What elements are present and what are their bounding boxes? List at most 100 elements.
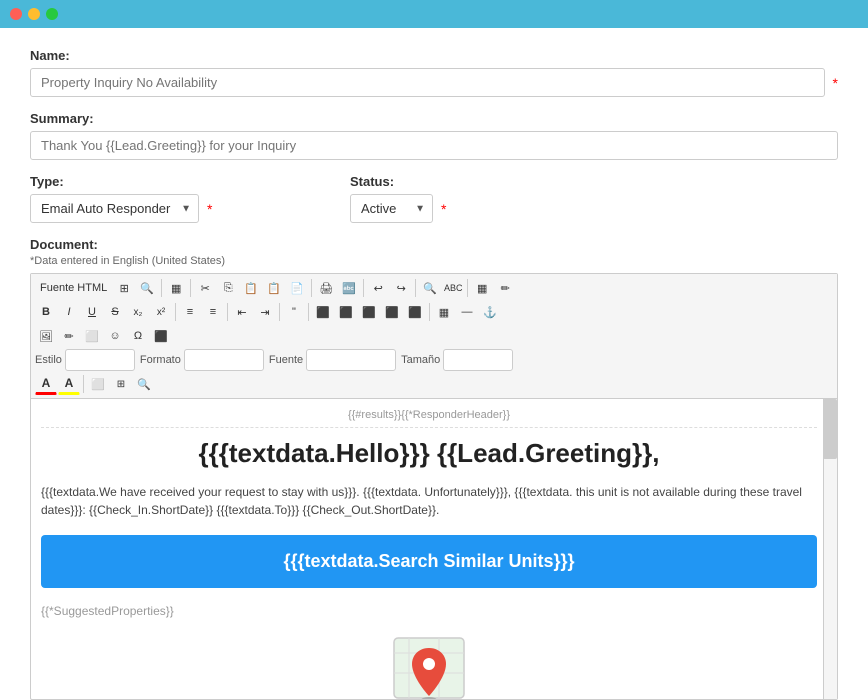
font-select[interactable] (306, 349, 396, 371)
type-required-star: * (207, 201, 212, 217)
toolbar-row-4: Estilo Formato Fuente Tamaño (35, 349, 833, 371)
align-remove-button[interactable]: ⬛ (404, 301, 426, 323)
show-html-button[interactable]: ⊞ (110, 373, 132, 395)
edit-button[interactable]: ✏ (494, 277, 516, 299)
special-char-button[interactable]: Ω (127, 325, 149, 347)
status-select-wrapper: ActiveInactive (350, 194, 433, 223)
sep3 (311, 279, 312, 297)
anchor-button[interactable]: ⚓ (479, 301, 501, 323)
smiley-button[interactable]: ☺ (104, 325, 126, 347)
spell-check-button[interactable]: 🔤 (338, 277, 360, 299)
cut-button[interactable]: ✂ (194, 277, 216, 299)
toolbar-row-3: 🖼 ✏ ⬜ ☺ Ω ⬛ (35, 325, 833, 347)
status-label: Status: (350, 174, 550, 189)
page-break-button[interactable]: ⬛ (150, 325, 172, 347)
toolbar-row-5: A A ⬜ ⊞ 🔍 (35, 373, 833, 395)
bullet-list-button[interactable]: ≡ (179, 301, 201, 323)
numbered-list-button[interactable]: ≡ (202, 301, 224, 323)
insert-table-button[interactable]: ▦ (471, 277, 493, 299)
sep2 (190, 279, 191, 297)
blockquote-button[interactable]: " (283, 301, 305, 323)
html-source-button[interactable]: Fuente HTML (35, 277, 112, 299)
summary-input[interactable] (30, 131, 838, 160)
bold-button[interactable]: B (35, 301, 57, 323)
strikethrough-button[interactable]: S (104, 301, 126, 323)
maximize-button[interactable]: ⬜ (87, 373, 109, 395)
bg-color-button[interactable]: A (58, 373, 80, 395)
name-label: Name: (30, 48, 838, 63)
paste-word-button[interactable]: 📄 (286, 277, 308, 299)
show-blocks-button[interactable]: ⊞ (113, 277, 135, 299)
status-select[interactable]: ActiveInactive (350, 194, 433, 223)
align-justify-button[interactable]: ⬛ (381, 301, 403, 323)
align-center-button[interactable]: ⬛ (335, 301, 357, 323)
type-select-wrapper: Email Auto ResponderSMSPush Notification (30, 194, 199, 223)
edit-div-button[interactable]: ✏ (58, 325, 80, 347)
summary-group: Summary: (30, 111, 838, 160)
sep10 (308, 303, 309, 321)
status-field-row: ActiveInactive * (350, 194, 550, 223)
editor-scrollbar-thumb[interactable] (823, 399, 837, 459)
name-input[interactable] (30, 68, 825, 97)
find2-button[interactable]: 🔍 (419, 277, 441, 299)
paste-text-button[interactable]: 📋 (263, 277, 285, 299)
title-bar (0, 0, 868, 28)
window-maximize-dot[interactable] (46, 8, 58, 20)
greeting-line: {{{textdata.Hello}}} {{Lead.Greeting}}, (41, 438, 817, 469)
underline-button[interactable]: U (81, 301, 103, 323)
table-button[interactable]: ▦ (433, 301, 455, 323)
italic-button[interactable]: I (58, 301, 80, 323)
redo-button[interactable]: ↪ (390, 277, 412, 299)
status-group: Status: ActiveInactive * (350, 174, 550, 223)
image-button[interactable]: 🖼 (35, 325, 57, 347)
editor-scrollbar-track[interactable] (823, 399, 837, 699)
size-select[interactable] (443, 349, 513, 371)
subscript-button[interactable]: x₂ (127, 301, 149, 323)
window-close-dot[interactable] (10, 8, 22, 20)
select-all-button[interactable]: ▦ (165, 277, 187, 299)
format-select[interactable] (184, 349, 264, 371)
locale-note: *Data entered in English (United States) (30, 255, 838, 267)
scayt-button[interactable]: ABC (442, 277, 464, 299)
sep1 (161, 279, 162, 297)
paste-button[interactable]: 📋 (240, 277, 262, 299)
main-content: Name: * Summary: Type: Email Auto Respon… (0, 28, 868, 700)
format-label: Formato (140, 354, 181, 366)
body-text: {{{textdata.We have received your reques… (41, 483, 817, 519)
align-left-button[interactable]: ⬛ (312, 301, 334, 323)
editor-container: Fuente HTML ⊞ 🔍 ▦ ✂ ⎘ 📋 📋 📄 🖨 🔤 ↩ (30, 273, 838, 700)
style-label: Estilo (35, 354, 62, 366)
summary-label: Summary: (30, 111, 838, 126)
superscript-button[interactable]: x² (150, 301, 172, 323)
sep11 (429, 303, 430, 321)
window-minimize-dot[interactable] (28, 8, 40, 20)
find3-button[interactable]: 🔍 (133, 373, 155, 395)
horizontal-rule-button[interactable]: — (456, 301, 478, 323)
editor-scroll-area[interactable]: {{#results}}{{*ResponderHeader}} {{{text… (31, 399, 837, 699)
search-similar-button[interactable]: {{{textdata.Search Similar Units}}} (41, 535, 817, 588)
style-select[interactable] (65, 349, 135, 371)
type-select[interactable]: Email Auto ResponderSMSPush Notification (30, 194, 199, 223)
name-group: Name: * (30, 48, 838, 97)
outdent-button[interactable]: ⇤ (231, 301, 253, 323)
map-section: {{{textdata.Visit site for Map and Attra… (41, 628, 817, 699)
find-button[interactable]: 🔍 (136, 277, 158, 299)
document-label: Document: (30, 237, 838, 252)
editor-toolbar: Fuente HTML ⊞ 🔍 ▦ ✂ ⎘ 📋 📋 📄 🖨 🔤 ↩ (31, 274, 837, 399)
sep8 (227, 303, 228, 321)
text-color-button[interactable]: A (35, 373, 57, 395)
sep9 (279, 303, 280, 321)
print-button[interactable]: 🖨 (315, 277, 337, 299)
sep6 (467, 279, 468, 297)
copy-button[interactable]: ⎘ (217, 277, 239, 299)
sep5 (415, 279, 416, 297)
align-right-button[interactable]: ⬛ (358, 301, 380, 323)
size-label: Tamaño (401, 354, 440, 366)
type-field-row: Email Auto ResponderSMSPush Notification… (30, 194, 310, 223)
shape-button[interactable]: ⬜ (81, 325, 103, 347)
toolbar-row-1: Fuente HTML ⊞ 🔍 ▦ ✂ ⎘ 📋 📋 📄 🖨 🔤 ↩ (35, 277, 833, 299)
undo-button[interactable]: ↩ (367, 277, 389, 299)
document-group: Document: *Data entered in English (Unit… (30, 237, 838, 700)
sep7 (175, 303, 176, 321)
indent-button[interactable]: ⇥ (254, 301, 276, 323)
